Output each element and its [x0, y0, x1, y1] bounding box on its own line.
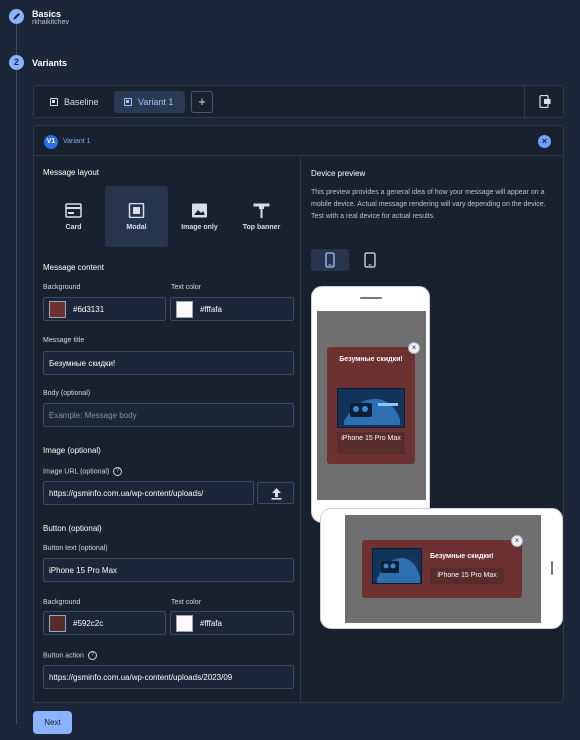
layout-option-card[interactable]: Card: [42, 186, 105, 247]
text-color-field[interactable]: #fffafa: [170, 297, 294, 321]
close-variant-icon[interactable]: ×: [538, 135, 551, 148]
modal-close-icon: ×: [408, 342, 420, 354]
upload-icon: [271, 488, 282, 500]
pencil-icon: [13, 13, 20, 20]
modal-preview-button: iPhone 15 Pro Max: [337, 432, 405, 454]
phone-outline-icon: [364, 252, 376, 268]
phone-speaker: [360, 297, 382, 299]
color-swatch[interactable]: [176, 614, 193, 632]
modal-icon: [128, 203, 145, 218]
divider: [524, 86, 525, 117]
step-basics-title[interactable]: Basics: [32, 9, 61, 19]
layout-option-label: Modal: [126, 224, 147, 231]
variant-badge: V1: [44, 135, 58, 149]
button-section-title: Button (optional): [43, 524, 102, 533]
step-edit-icon[interactable]: [9, 9, 24, 24]
step-basics-subtitle: rkhaikitchev: [32, 19, 69, 26]
variant-label: Variant 1: [63, 138, 91, 145]
message-title-label: Message title: [43, 337, 85, 344]
step-variants-title[interactable]: Variants: [32, 58, 67, 68]
product-image: [372, 548, 422, 584]
background-color-value: #6d3131: [73, 304, 105, 314]
body-input[interactable]: Example: Message body: [43, 403, 294, 427]
tab-label: Baseline: [64, 97, 99, 107]
tab-label: Variant 1: [138, 97, 174, 107]
image-url-label: Image URL (optional)?: [43, 467, 123, 476]
modal-preview-title: Безумные скидки!: [339, 356, 403, 363]
product-image: [337, 388, 405, 428]
landscape-phone-preview: Безумные скидки! iPhone 15 Pro Max ×: [320, 508, 563, 629]
button-text-color-value: #fffafa: [200, 618, 222, 628]
button-text-color-field[interactable]: #fffafa: [170, 611, 294, 635]
top-banner-icon: [253, 203, 270, 218]
tab-baseline[interactable]: Baseline: [40, 91, 109, 113]
button-text-input[interactable]: iPhone 15 Pro Max: [43, 558, 294, 582]
modal-preview-button: iPhone 15 Pro Max: [430, 568, 504, 584]
tablet-toggle[interactable]: [351, 249, 389, 271]
color-swatch[interactable]: [49, 300, 66, 318]
text-color-value: #fffafa: [200, 304, 222, 314]
upload-image-button[interactable]: [257, 482, 294, 504]
variant-panel-header: V1 Variant 1 ×: [34, 126, 563, 156]
variant-tabs-bar: Baseline Variant 1 +: [33, 85, 564, 118]
help-icon[interactable]: ?: [113, 467, 123, 476]
color-swatch[interactable]: [176, 300, 193, 318]
button-background-field[interactable]: #592c2c: [43, 611, 166, 635]
text-color-label: Text color: [171, 284, 201, 291]
phone-screen: Безумные скидки! iPhone 15 Pro Max: [345, 515, 541, 623]
button-action-label-text: Button action: [43, 652, 84, 660]
image-url-label-text: Image URL (optional): [43, 468, 110, 476]
background-label: Background: [43, 284, 81, 291]
portrait-phone-preview: Безумные скидки! iPhone 15 Pro Max ×: [311, 286, 430, 523]
button-action-input[interactable]: https://gsminfo.com.ua/wp-content/upload…: [43, 665, 294, 689]
image-url-input[interactable]: https://gsminfo.com.ua/wp-content/upload…: [43, 481, 254, 505]
layout-option-label: Card: [65, 224, 82, 231]
message-title-input[interactable]: Безумные скидки!: [43, 351, 294, 375]
phone-speaker: [551, 561, 553, 575]
tab-variant-1[interactable]: Variant 1: [114, 91, 185, 113]
variant-square-icon: [124, 98, 132, 106]
modal-preview-landscape: Безумные скидки! iPhone 15 Pro Max: [362, 540, 522, 598]
color-swatch[interactable]: [49, 614, 66, 632]
device-preview-description: This preview provides a general idea of …: [311, 189, 546, 220]
variant-panel: V1 Variant 1 × Message layout Card Modal: [33, 125, 564, 703]
card-icon: [65, 203, 82, 218]
button-text-label: Button text (optional): [43, 545, 108, 552]
portrait-toggle[interactable]: [311, 249, 349, 271]
phone-screen: Безумные скидки! iPhone 15 Pro Max: [317, 311, 426, 500]
variant-square-icon: [50, 98, 58, 106]
layout-option-image-only[interactable]: Image only: [168, 186, 231, 247]
message-settings-column: Message layout Card Modal Image only Top…: [34, 157, 301, 702]
layout-option-top-banner[interactable]: Top banner: [230, 186, 293, 247]
add-variant-button[interactable]: +: [191, 91, 213, 113]
modal-preview-title: Безумные скидки!: [430, 553, 494, 560]
modal-preview: Безумные скидки! iPhone 15 Pro Max: [327, 347, 415, 464]
background-color-field[interactable]: #6d3131: [43, 297, 166, 321]
help-icon[interactable]: ?: [87, 651, 97, 660]
device-preview-toggle-icon[interactable]: [539, 95, 551, 108]
next-button[interactable]: Next: [33, 711, 72, 734]
iphone-image: [338, 389, 404, 427]
layout-option-modal[interactable]: Modal: [105, 186, 168, 247]
modal-close-icon: ×: [511, 535, 523, 547]
body-label: Body (optional): [43, 390, 91, 397]
step-number-badge: 2: [9, 55, 24, 70]
message-content-title: Message content: [43, 263, 104, 272]
device-preview-title: Device preview: [311, 169, 366, 178]
layout-option-label: Top banner: [242, 224, 281, 231]
image-icon: [192, 203, 207, 218]
button-action-label: Button action?: [43, 651, 97, 660]
iphone-image: [373, 549, 421, 583]
button-text-color-label: Text color: [171, 599, 201, 606]
button-background-label: Background: [43, 599, 81, 606]
layout-option-label: Image only: [181, 224, 218, 231]
button-background-value: #592c2c: [73, 618, 104, 628]
stepper-line: [16, 24, 17, 724]
phone-portrait-icon: [325, 252, 335, 268]
image-section-title: Image (optional): [43, 446, 101, 455]
message-layout-title: Message layout: [43, 168, 100, 177]
device-preview-column: Device preview This preview provides a g…: [301, 157, 563, 702]
